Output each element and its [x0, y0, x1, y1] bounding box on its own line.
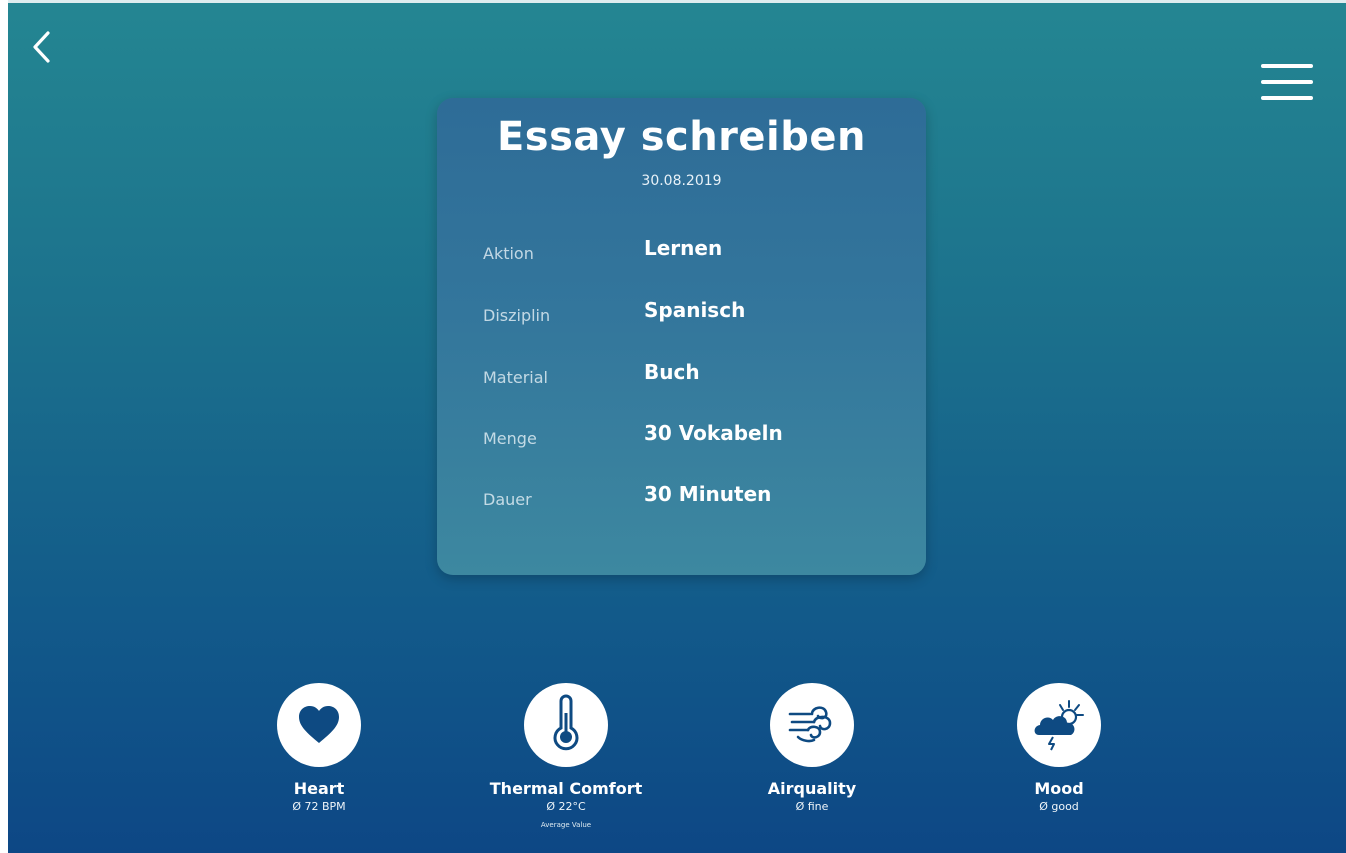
detail-row-dauer: Dauer 30 Minuten	[483, 482, 903, 512]
activity-card: Essay schreiben 30.08.2019 Aktion Lernen…	[437, 98, 926, 575]
airquality-button[interactable]	[770, 683, 854, 767]
metric-label: Mood	[1034, 779, 1084, 798]
detail-value: 30 Vokabeln	[644, 421, 783, 445]
metric-caption: Average Value	[540, 821, 592, 829]
metric-value: Ø 72 BPM	[292, 800, 346, 813]
wind-icon	[788, 706, 832, 743]
detail-label: Menge	[483, 429, 537, 448]
chevron-left-icon	[33, 31, 50, 63]
activity-title: Essay schreiben	[496, 114, 866, 160]
detail-value: 30 Minuten	[644, 482, 772, 506]
detail-row-material: Material Buch	[483, 360, 903, 390]
detail-value: Spanisch	[644, 298, 746, 322]
detail-row-menge: Menge 30 Vokabeln	[483, 421, 903, 451]
metric-value: Ø 22°C	[546, 800, 586, 813]
thermal-comfort-button[interactable]	[524, 683, 608, 767]
top-divider	[8, 0, 1346, 3]
detail-label: Material	[483, 368, 548, 387]
metric-heart: Heart Ø 72 BPM	[229, 683, 409, 843]
metric-value: Ø fine	[795, 800, 829, 813]
heart-button[interactable]	[277, 683, 361, 767]
mood-button[interactable]	[1017, 683, 1101, 767]
detail-row-disziplin: Disziplin Spanisch	[483, 298, 903, 328]
detail-label: Disziplin	[483, 306, 551, 325]
storm-cloud-sun-icon	[1034, 700, 1084, 751]
hamburger-menu-icon	[1261, 64, 1313, 100]
activity-detail-screen: Essay schreiben 30.08.2019 Aktion Lernen…	[8, 0, 1346, 853]
menu-button[interactable]	[1259, 62, 1315, 106]
heart-icon	[299, 706, 339, 743]
activity-date: 30.08.2019	[641, 173, 722, 189]
detail-value: Lernen	[644, 236, 723, 260]
metric-label: Thermal Comfort	[489, 779, 643, 798]
detail-label: Aktion	[483, 244, 534, 263]
metric-airquality: Airquality Ø fine	[722, 683, 902, 843]
detail-label: Dauer	[483, 490, 532, 509]
metric-label: Heart	[293, 779, 345, 798]
back-button[interactable]	[26, 28, 60, 68]
detail-row-aktion: Aktion Lernen	[483, 236, 903, 266]
thermometer-icon	[553, 694, 579, 751]
detail-value: Buch	[644, 360, 700, 384]
metric-thermal-comfort: Thermal Comfort Ø 22°C Average Value	[476, 683, 656, 843]
metric-value: Ø good	[1039, 800, 1079, 813]
metric-label: Airquality	[767, 779, 857, 798]
metric-mood: Mood Ø good	[969, 683, 1149, 843]
